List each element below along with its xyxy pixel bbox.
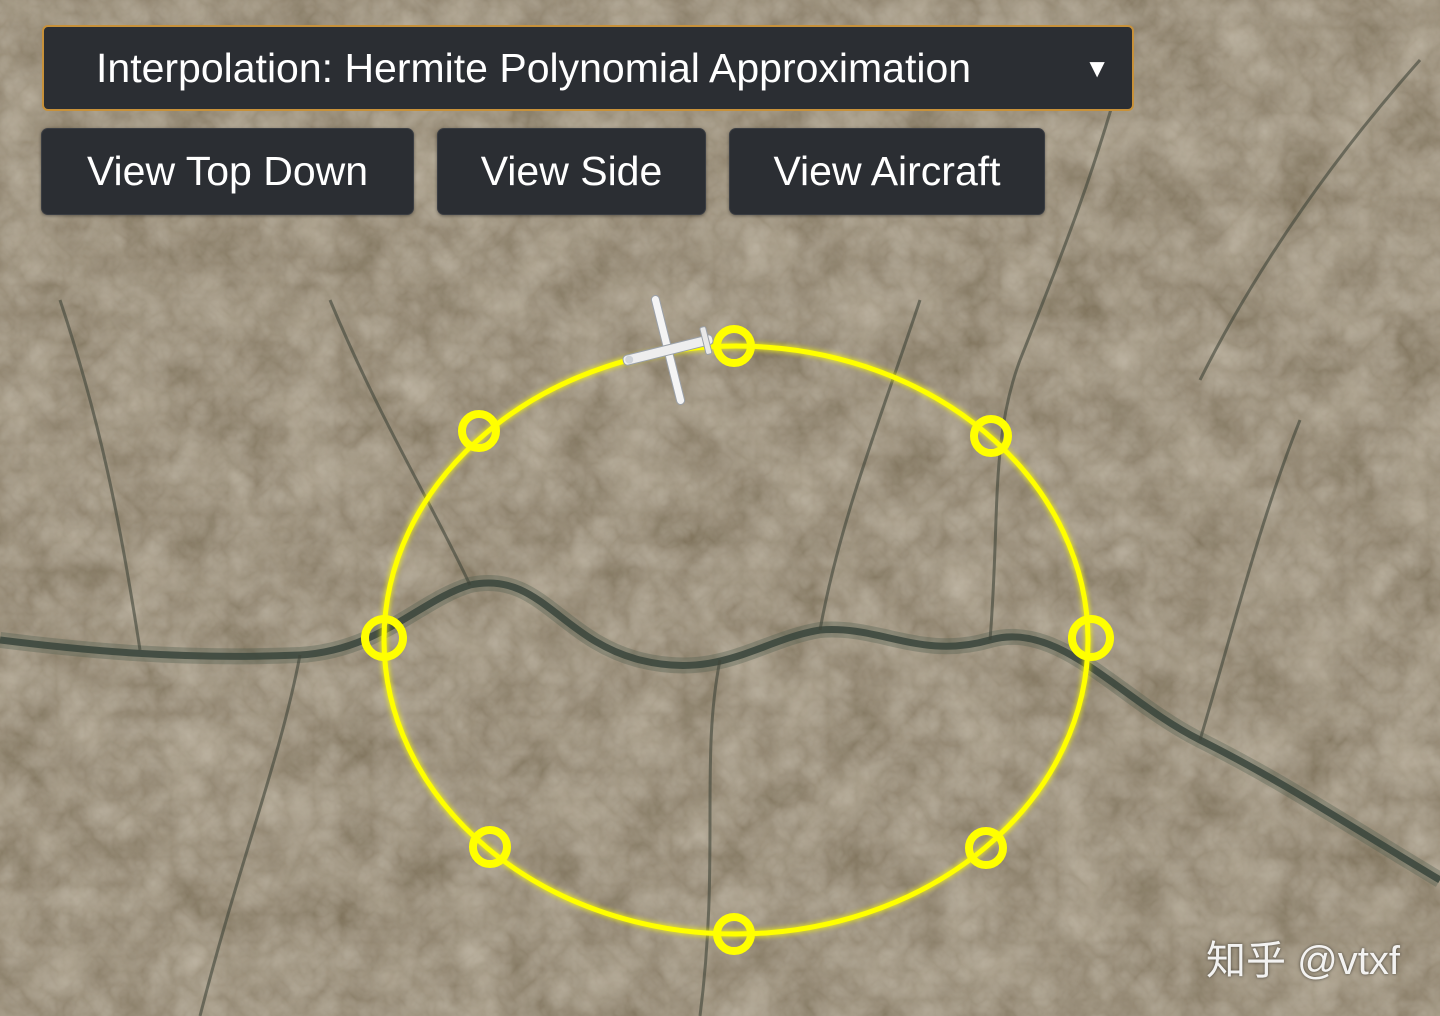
- flight-path-ellipse: [381, 343, 1091, 937]
- waypoint-ring-icon[interactable]: [1068, 615, 1114, 661]
- watermark: 知乎 @vtxf: [1206, 939, 1400, 983]
- waypoints: [361, 325, 1114, 955]
- waypoint-ring-icon[interactable]: [469, 826, 511, 868]
- view-side-button[interactable]: View Side: [437, 128, 706, 215]
- map-viewport[interactable]: Interpolation: Hermite Polynomial Approx…: [0, 0, 1440, 1016]
- interpolation-select-label: Interpolation: Hermite Polynomial Approx…: [96, 45, 972, 91]
- aircraft-icon[interactable]: [610, 285, 726, 416]
- view-top-down-label: View Top Down: [86, 148, 369, 194]
- view-side-label: View Side: [480, 148, 663, 194]
- view-top-down-button[interactable]: View Top Down: [41, 128, 414, 215]
- chevron-down-icon: ▼: [1084, 53, 1110, 83]
- interpolation-select[interactable]: Interpolation: Hermite Polynomial Approx…: [42, 25, 1134, 111]
- view-aircraft-label: View Aircraft: [773, 148, 1001, 194]
- view-aircraft-button[interactable]: View Aircraft: [729, 128, 1045, 215]
